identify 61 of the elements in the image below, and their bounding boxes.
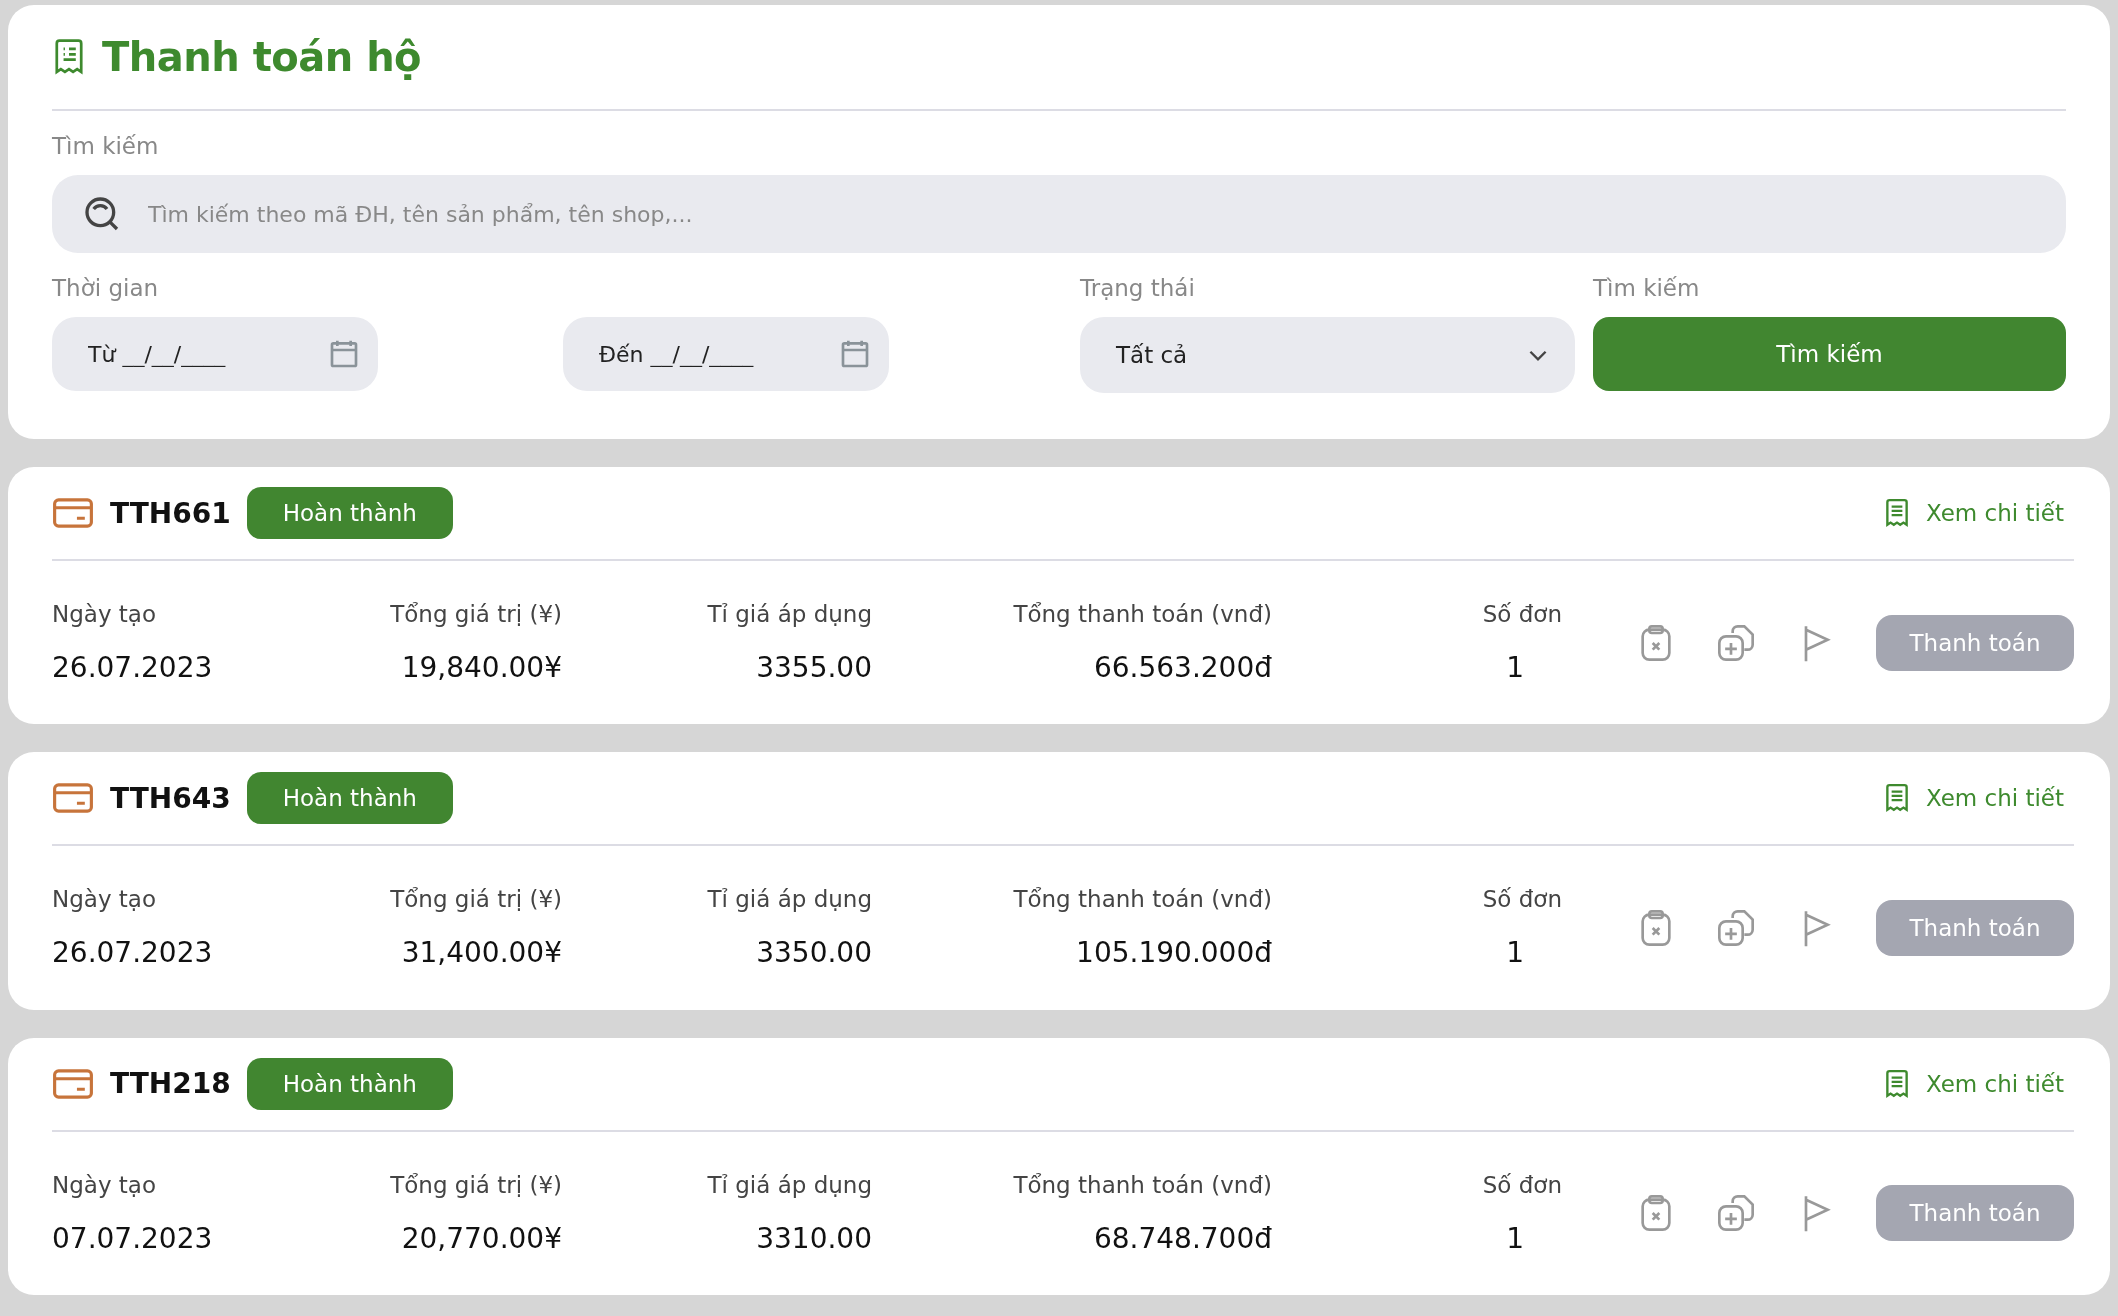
field-value: 3350.00 bbox=[756, 936, 872, 970]
order-id: TTH661 bbox=[110, 496, 231, 530]
field-label: Ngày tạo bbox=[52, 886, 157, 913]
field-label: Ngày tạo bbox=[52, 1171, 157, 1198]
field-label: Tỉ giá áp dụng bbox=[707, 601, 872, 628]
date-field[interactable]: Từ __/__/____ bbox=[52, 317, 378, 391]
page-title: Thanh toán hộ bbox=[102, 34, 422, 80]
field-label: Tìm kiếm bbox=[1593, 275, 1701, 301]
order-id: TTH218 bbox=[110, 1067, 231, 1101]
field-label: Tổng giá trị (¥) bbox=[390, 886, 562, 913]
field-value: 68.748.700đ bbox=[1093, 1221, 1272, 1255]
field-label: Tổng giá trị (¥) bbox=[390, 1171, 562, 1198]
field-value: 1 bbox=[1506, 1221, 1524, 1255]
receipt-icon bbox=[1883, 1068, 1910, 1099]
field-value: 1 bbox=[1506, 936, 1524, 970]
field-value: 20,770.00¥ bbox=[401, 1221, 562, 1255]
search-field[interactable]: Tìm kiếm theo mã ĐH, tên sản phẩm, tên shop,... bbox=[52, 175, 2066, 253]
field-value: 26.07.2023 bbox=[52, 936, 214, 970]
field-label: Tìm kiếm bbox=[52, 133, 160, 159]
card-icon bbox=[52, 782, 94, 815]
field-value: 1 bbox=[1506, 651, 1524, 685]
copy-plus-icon[interactable] bbox=[1716, 1193, 1756, 1234]
field-label: Tỉ giá áp dụng bbox=[707, 1171, 872, 1198]
status-dropdown[interactable]: Tất cả bbox=[1080, 317, 1575, 393]
field-value: 19,840.00¥ bbox=[401, 651, 562, 685]
field-value: 26.07.2023 bbox=[52, 651, 214, 685]
field-value: 07.07.2023 bbox=[52, 1221, 214, 1255]
field-label: Tổng giá trị (¥) bbox=[390, 601, 562, 628]
field-label: Số đơn bbox=[1482, 1171, 1562, 1198]
receipt-icon bbox=[1883, 783, 1910, 814]
field-value: 105.190.000đ bbox=[1076, 936, 1272, 970]
view-details-link[interactable]: Xem chi tiết bbox=[1883, 783, 2064, 814]
field-label: Số đơn bbox=[1482, 886, 1562, 913]
field-label: Trạng thái bbox=[1080, 275, 1196, 301]
field-value: 3310.00 bbox=[756, 1221, 872, 1255]
field-value: 31,400.00¥ bbox=[401, 936, 562, 970]
view-details-link[interactable]: Xem chi tiết bbox=[1883, 498, 2064, 528]
calendar-icon bbox=[839, 338, 871, 370]
status-badge: Hoàn thành bbox=[246, 487, 453, 539]
field-label: Tỉ giá áp dụng bbox=[707, 886, 872, 913]
field-label: Tổng thanh toán (vnđ) bbox=[1013, 1171, 1272, 1198]
order-id: TTH643 bbox=[110, 781, 231, 815]
card-icon bbox=[52, 1067, 94, 1100]
field-value: 3355.00 bbox=[756, 651, 872, 685]
copy-plus-icon[interactable] bbox=[1716, 908, 1756, 948]
field-label: Số đơn bbox=[1482, 601, 1562, 628]
field-value: 66.563.200đ bbox=[1093, 651, 1272, 685]
search-button[interactable]: Tìm kiếm bbox=[1593, 317, 2066, 391]
receipt-icon bbox=[1883, 498, 1910, 528]
receipt-icon bbox=[52, 38, 86, 76]
field-label: Thời gian bbox=[52, 275, 160, 301]
date-field[interactable]: Đến __/__/____ bbox=[563, 317, 889, 391]
card-icon bbox=[52, 497, 94, 529]
field-label: Tổng thanh toán (vnđ) bbox=[1013, 886, 1272, 913]
view-details-link[interactable]: Xem chi tiết bbox=[1883, 1068, 2064, 1099]
calendar-icon bbox=[328, 338, 360, 370]
copy-plus-icon[interactable] bbox=[1716, 622, 1756, 663]
status-badge: Hoàn thành bbox=[246, 772, 453, 825]
status-badge: Hoàn thành bbox=[246, 1057, 453, 1110]
field-label: Tổng thanh toán (vnđ) bbox=[1013, 601, 1272, 628]
field-label: Ngày tạo bbox=[52, 601, 157, 628]
